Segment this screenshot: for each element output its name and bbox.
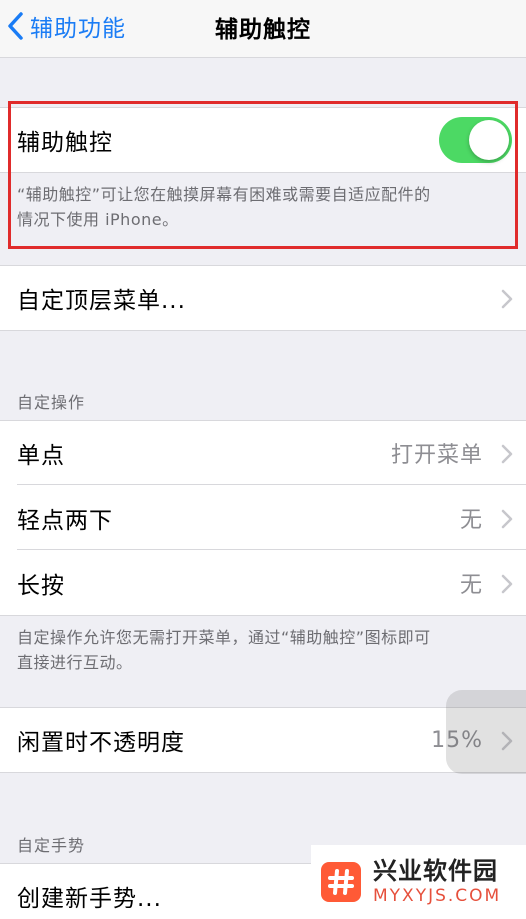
watermark-name: 兴业软件园: [373, 857, 498, 885]
watermark-text: 兴业软件园 MYXYJS.COM: [373, 857, 501, 907]
create-gesture-label: 创建新手势...: [17, 886, 162, 912]
hash-logo-icon: [321, 862, 361, 902]
long-press-label: 长按: [17, 573, 65, 599]
long-press-value: 无: [459, 573, 483, 598]
assistive-touch-floating-button[interactable]: [446, 690, 526, 774]
top-menu-row[interactable]: 自定顶层菜单...: [0, 266, 526, 330]
double-tap-row[interactable]: 轻点两下 无: [0, 486, 526, 550]
custom-actions-group: 单点 打开菜单 轻点两下 无 长按 无: [0, 420, 526, 616]
page-title: 辅助触控: [215, 17, 311, 43]
toggle-knob: [469, 120, 509, 160]
double-tap-value: 无: [459, 508, 483, 533]
custom-actions-footnote-line-2: 直接进行互动。: [17, 653, 133, 672]
assistive-touch-footnote-line-2: 情况下使用 iPhone。: [17, 210, 179, 229]
top-menu-label: 自定顶层菜单...: [17, 288, 186, 314]
chevron-right-icon: [501, 574, 513, 594]
custom-actions-footnote-line-1: 自定操作允许您无需打开菜单，通过“辅助触控”图标即可: [17, 628, 431, 647]
chevron-right-icon: [501, 509, 513, 529]
custom-actions-header: 自定操作: [17, 393, 86, 412]
chevron-right-icon: [501, 444, 513, 464]
assistive-touch-footnote: “辅助触控”可让您在触摸屏幕有困难或需要自适应配件的 情况下使用 iPhone。: [17, 182, 507, 232]
assistive-touch-footnote-line-1: “辅助触控”可让您在触摸屏幕有困难或需要自适应配件的: [17, 185, 431, 204]
idle-opacity-label: 闲置时不透明度: [17, 730, 185, 756]
chevron-right-icon: [501, 289, 513, 309]
single-tap-value: 打开菜单: [390, 443, 483, 468]
single-tap-label: 单点: [17, 443, 65, 469]
top-menu-group: 自定顶层菜单...: [0, 265, 526, 331]
single-tap-row[interactable]: 单点 打开菜单: [0, 421, 526, 485]
assistive-touch-group: 辅助触控: [0, 107, 526, 173]
assistive-touch-toggle[interactable]: [439, 117, 512, 163]
custom-actions-footnote: 自定操作允许您无需打开菜单，通过“辅助触控”图标即可 直接进行互动。: [17, 625, 507, 675]
watermark-domain: MYXYJS.COM: [373, 886, 502, 906]
navigation-bar: 辅助功能 辅助触控: [0, 0, 526, 58]
assistive-touch-row: 辅助触控: [0, 108, 526, 172]
custom-gestures-header: 自定手势: [17, 836, 86, 855]
watermark: 兴业软件园 MYXYJS.COM: [311, 845, 526, 919]
assistive-touch-label: 辅助触控: [17, 130, 113, 156]
long-press-row[interactable]: 长按 无: [0, 551, 526, 615]
double-tap-label: 轻点两下: [17, 508, 113, 534]
